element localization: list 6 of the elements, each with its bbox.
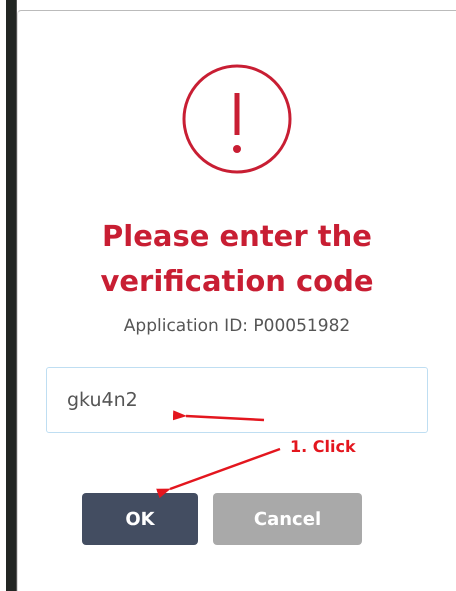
warning-icon [181, 63, 293, 175]
application-id: Application ID: P00051982 [124, 315, 350, 338]
annotation-label: 1. Click [290, 437, 356, 456]
ok-button[interactable]: OK [82, 493, 198, 545]
dialog-title: Please enter the verification code [99, 218, 375, 300]
code-field[interactable]: gku4n2 [46, 367, 428, 433]
